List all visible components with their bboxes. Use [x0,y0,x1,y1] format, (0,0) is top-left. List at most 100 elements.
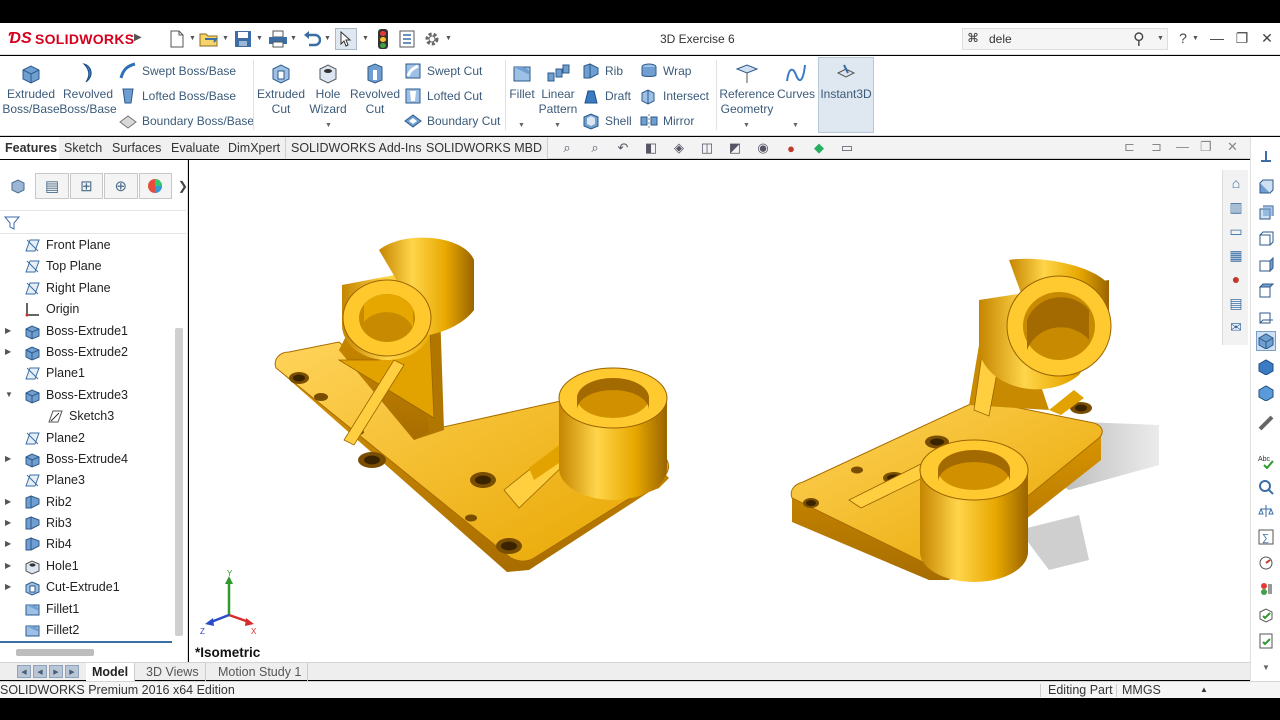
tab-sketch[interactable]: Sketch [59,137,109,159]
view-trimetric-icon[interactable] [1256,357,1276,377]
shell-button[interactable]: Shell [582,110,632,132]
intersect-button[interactable]: Intersect [640,85,709,107]
save-caret-icon[interactable]: ▼ [256,35,263,42]
hole-wizard-button[interactable]: Hole Wizard [306,58,350,132]
menu-expand-icon[interactable]: ▶ [134,32,142,43]
tree-item-rib2[interactable]: ▶ Rib2 [0,492,174,513]
view-palette-icon[interactable]: ▦ [1224,244,1248,266]
view-left-icon[interactable] [1256,229,1276,249]
panel-more-arrow-icon[interactable]: ❯ [178,179,188,193]
fillet-button[interactable]: Fillet [507,58,537,132]
new-document-icon[interactable] [166,28,188,50]
save-icon[interactable] [232,28,254,50]
undo-caret-icon[interactable]: ▼ [324,35,331,42]
view-right-icon[interactable] [1256,255,1276,275]
view-top-icon[interactable] [1256,281,1276,301]
expand-arrow-icon[interactable]: ▶ [5,518,13,527]
view-front-icon[interactable] [1256,177,1276,197]
tree-item-right-plane[interactable]: Right Plane [0,278,174,299]
swept-cut-button[interactable]: Swept Cut [404,60,482,82]
appearances-scenes-icon[interactable]: ● [1224,268,1248,290]
linear-pattern-caret-icon[interactable]: ▼ [554,122,561,129]
lofted-boss-button[interactable]: Lofted Boss/Base [119,85,236,107]
zoom-to-area-icon[interactable]: ⌕ [584,139,606,157]
tree-item-plane3[interactable]: Plane3 [0,470,174,491]
tab-dimxpert[interactable]: DimXpert [223,137,287,159]
tree-item-boss-extrude2[interactable]: ▶ Boss-Extrude2 [0,342,174,363]
doc-close-icon[interactable]: ✕ [1227,139,1238,155]
first-tab-arrow-icon[interactable]: ◀ [17,665,31,678]
property-manager-tab-icon[interactable]: ▤ [35,173,69,199]
help-caret-icon[interactable]: ▼ [1192,35,1199,42]
expand-arrow-icon[interactable]: ▶ [5,539,13,548]
view-isometric-icon[interactable] [1256,331,1276,351]
doc-minimize-icon[interactable]: — [1176,139,1189,154]
linear-pattern-button[interactable]: Linear Pattern [538,58,578,132]
undo-icon[interactable] [301,28,323,50]
tree-item-origin[interactable]: Origin [0,299,174,320]
previous-view-icon[interactable]: ↶ [612,139,634,157]
restore-window-icon[interactable]: ❐ [1231,27,1253,49]
close-window-icon[interactable]: ✕ [1256,27,1278,49]
new-caret-icon[interactable]: ▼ [189,35,196,42]
display-manager-tab-icon[interactable] [138,173,172,199]
solidworks-logo[interactable]: ƊS SOLIDWORKS [8,28,134,50]
expand-arrow-icon[interactable]: ▶ [5,326,13,335]
traffic-status-icon[interactable] [1256,579,1276,599]
tab-solidworks-addins[interactable]: SOLIDWORKS Add-Ins [286,137,428,159]
curves-button[interactable]: Curves [776,58,816,132]
view-dimetric-icon[interactable] [1256,383,1276,403]
tree-item-plane1[interactable]: Plane1 [0,363,174,384]
zoom-to-fit-icon[interactable]: ⌕ [556,139,578,157]
view-settings-icon[interactable]: ▭ [836,139,858,157]
open-folder-icon[interactable] [198,28,220,50]
expand-arrow-icon[interactable]: ▶ [5,454,13,463]
hole-wizard-caret-icon[interactable]: ▼ [325,122,332,129]
tree-vertical-scrollbar[interactable] [175,328,183,636]
view-normal-to-icon[interactable] [1256,147,1276,167]
rib-button[interactable]: Rib [582,60,623,82]
draft-button[interactable]: Draft [582,85,631,107]
print-icon[interactable] [267,28,289,50]
boundary-cut-button[interactable]: Boundary Cut [404,110,500,132]
open-caret-icon[interactable]: ▼ [222,35,229,42]
next-tab-arrow-icon[interactable]: ▶ [49,665,63,678]
tree-item-boss-extrude1[interactable]: ▶ Boss-Extrude1 [0,321,174,342]
measure-tool-icon[interactable] [1256,413,1276,433]
expand-arrow-icon[interactable]: ▶ [5,347,13,356]
mirror-button[interactable]: Mirror [640,110,694,132]
tree-item-boss-extrude4[interactable]: ▶ Boss-Extrude4 [0,449,174,470]
command-search-icon[interactable]: ⌘ [967,31,979,45]
mass-properties-icon[interactable] [1256,501,1276,521]
reference-geometry-button[interactable]: Reference Geometry [718,58,776,132]
select-caret-icon[interactable]: ▼ [362,35,369,42]
spell-check-icon[interactable]: Abc [1256,451,1276,471]
view-orientation-icon[interactable]: ◫ [696,139,718,157]
configuration-manager-tab-icon[interactable]: ⊞ [69,173,104,199]
search-box[interactable]: ⌘ ⚲ ▼ [962,28,1168,50]
file-explorer-icon[interactable]: ▭ [1224,220,1248,242]
units-caret-icon[interactable]: ▲ [1200,685,1208,694]
hide-show-items-icon[interactable]: ◉ [752,139,774,157]
last-tab-arrow-icon[interactable]: ▶ [65,665,79,678]
edit-appearance-icon[interactable]: ● [780,139,802,157]
tree-item-fillet2[interactable]: Fillet2 [0,620,174,640]
file-properties-icon[interactable] [397,28,417,50]
revolved-cut-button[interactable]: Revolved Cut [350,58,400,132]
extruded-boss-button[interactable]: Extruded Boss/Base [2,58,60,132]
tree-item-hole1[interactable]: ▶ Hole1 [0,556,174,577]
expand-arrow-icon[interactable]: ▶ [5,561,13,570]
feature-manager-tab-icon[interactable] [1,173,34,199]
tree-item-cut-extrude1[interactable]: ▶ Cut-Extrude1 [0,577,174,598]
dimxpert-manager-tab-icon[interactable]: ⊕ [104,173,138,199]
swept-boss-button[interactable]: Swept Boss/Base [119,60,236,82]
prev-tab-arrow-icon[interactable]: ◀ [33,665,47,678]
minimize-window-icon[interactable]: — [1206,27,1228,49]
evaluate-document-icon[interactable] [1256,631,1276,651]
tab-features[interactable]: Features [0,137,64,159]
options-caret-icon[interactable]: ▼ [445,35,452,42]
apply-scene-icon[interactable]: ◆ [808,139,830,157]
wrap-button[interactable]: Wrap [640,60,691,82]
view-bottom-icon[interactable] [1256,307,1276,327]
tile-right-icon[interactable]: ⊐ [1151,139,1162,155]
